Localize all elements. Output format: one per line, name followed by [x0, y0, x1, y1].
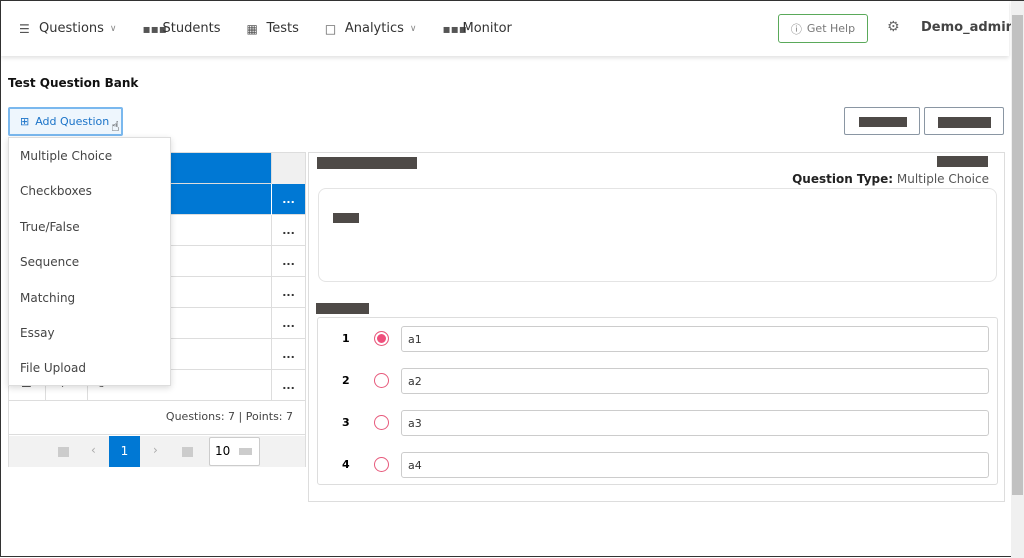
menu-item-essay[interactable]: Essay [9, 315, 170, 350]
pager: ‹ 1 › 10 [9, 436, 305, 467]
nav-monitor[interactable]: ▪▪▪ Monitor [442, 21, 511, 36]
menu-item-true-false[interactable]: True/False [9, 209, 170, 244]
question-text-box[interactable] [318, 188, 997, 282]
question-type-menu: Multiple Choice Checkboxes True/False Se… [8, 137, 171, 386]
page-1-button[interactable]: 1 [109, 436, 140, 467]
answer-row: 2 a2 [318, 368, 999, 394]
question-type: Question Type: Multiple Choice [792, 172, 989, 186]
next-page-button[interactable]: › [153, 443, 158, 457]
menu-item-sequence[interactable]: Sequence [9, 244, 170, 279]
hand-cursor-icon: ☝ [111, 119, 120, 135]
row-actions-button[interactable]: ... [271, 277, 305, 308]
people-icon: ▪▪▪ [142, 21, 167, 36]
scrollbar-thumb[interactable] [1012, 15, 1023, 495]
correct-answer-radio[interactable] [374, 415, 389, 430]
answers-list: 1 a1 2 a2 3 a3 4 a4 [317, 317, 998, 485]
row-actions-button[interactable]: ... [271, 246, 305, 277]
answer-input[interactable]: a3 [401, 410, 989, 436]
row-actions-button[interactable]: ... [271, 339, 305, 370]
nav-questions[interactable]: ☰ Questions ∨ [19, 21, 117, 36]
gear-icon[interactable]: ⚙ [887, 19, 900, 35]
row-actions-button[interactable]: ... [271, 215, 305, 246]
people-icon: ▪▪▪ [442, 21, 467, 36]
row-actions-button[interactable]: ... [271, 184, 305, 215]
answer-row: 4 a4 [318, 452, 999, 478]
chevron-down-icon: ∨ [409, 23, 417, 34]
first-page-button[interactable] [58, 447, 69, 457]
answer-input[interactable]: a1 [401, 326, 989, 352]
action-button-1[interactable] [844, 107, 920, 135]
correct-answer-radio[interactable] [374, 373, 389, 388]
get-help-button[interactable]: ⓘ Get Help [778, 14, 868, 43]
user-menu[interactable]: Demo_admin [921, 20, 1015, 35]
answer-input[interactable]: a4 [401, 452, 989, 478]
hamburger-icon: ☰ [19, 21, 30, 36]
nav-tests[interactable]: ▦ Tests [246, 21, 298, 36]
correct-answer-radio[interactable] [374, 457, 389, 472]
menu-item-matching[interactable]: Matching [9, 280, 170, 315]
answer-row: 3 a3 [318, 410, 999, 436]
correct-answer-radio[interactable] [374, 331, 389, 346]
question-detail-panel: Question Type: Multiple Choice 1 a1 2 a2 3… [308, 152, 1005, 502]
answer-row: 1 a1 [318, 326, 999, 352]
plus-square-icon: ⊞ [20, 115, 30, 128]
prev-page-button[interactable]: ‹ [91, 443, 96, 457]
answer-input[interactable]: a2 [401, 368, 989, 394]
page-title: Test Question Bank [8, 76, 139, 90]
menu-item-file-upload[interactable]: File Upload [9, 350, 170, 385]
calendar-icon: □ [324, 21, 337, 36]
action-button-2[interactable] [924, 107, 1004, 135]
menu-item-checkboxes[interactable]: Checkboxes [9, 173, 170, 208]
add-question-button[interactable]: ⊞ Add Question [8, 107, 123, 136]
question-circle-icon: ⓘ [790, 22, 802, 36]
chevron-down-icon: ∨ [109, 23, 117, 34]
row-actions-button[interactable]: ... [271, 308, 305, 339]
last-page-button[interactable] [182, 447, 193, 457]
calendar-grid-icon: ▦ [246, 21, 258, 36]
menu-item-multiple-choice[interactable]: Multiple Choice [9, 138, 170, 173]
nav-analytics[interactable]: □ Analytics ∨ [325, 21, 417, 36]
page-size-select[interactable]: 10 [209, 437, 260, 466]
nav-students[interactable]: ▪▪▪ Students [143, 21, 221, 36]
